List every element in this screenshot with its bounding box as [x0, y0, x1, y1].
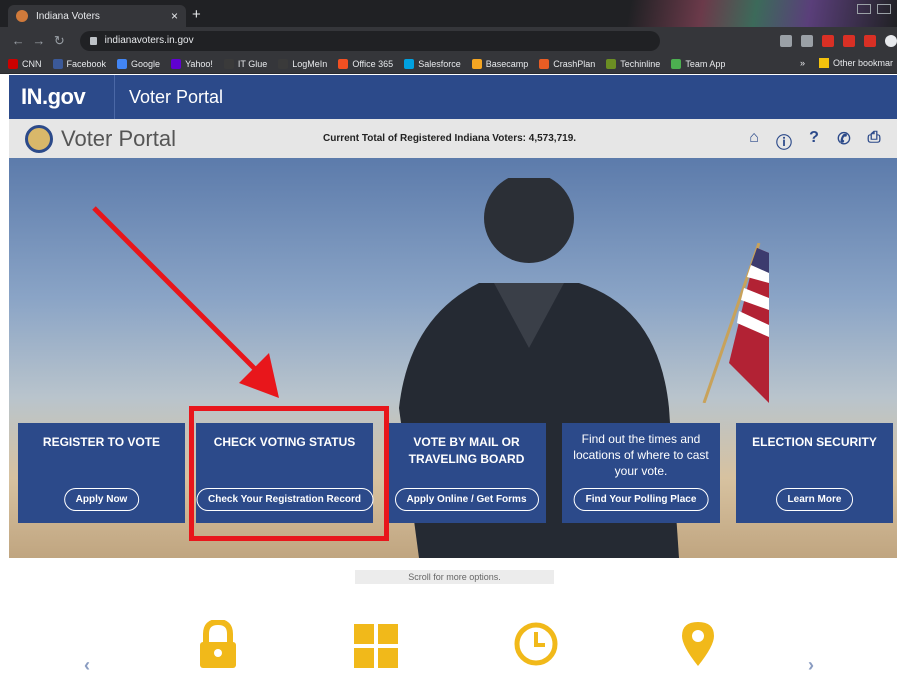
- extension-icons: [780, 34, 897, 47]
- bookmarks-bar: CNN Facebook Google Yahoo! IT Glue LogMe…: [0, 54, 897, 74]
- folder-icon: [818, 58, 829, 68]
- url-field[interactable]: indianavoters.in.gov: [79, 30, 660, 51]
- it-glue-icon: [223, 58, 234, 69]
- chevron-right-icon[interactable]: ›: [808, 655, 814, 673]
- star-icon[interactable]: [801, 34, 813, 47]
- print-icon[interactable]: ⎙: [865, 129, 883, 153]
- browser-tab[interactable]: Indiana Voters ×: [8, 5, 186, 27]
- chevron-left-icon[interactable]: ‹: [84, 655, 90, 673]
- bookmark-google[interactable]: Google: [117, 58, 160, 69]
- basecamp-icon: [471, 58, 482, 69]
- american-flag-image: [702, 243, 769, 403]
- phone-icon[interactable]: ✆: [835, 129, 853, 153]
- location-pin-icon[interactable]: [676, 620, 720, 668]
- scroll-hint: Scroll for more options.: [355, 570, 554, 584]
- extension-icon[interactable]: [864, 34, 876, 47]
- url-text: indianavoters.in.gov: [104, 35, 194, 46]
- voter-count-text: Current Total of Registered Indiana Vote…: [323, 133, 577, 144]
- bookmark-yahoo[interactable]: Yahoo!: [171, 58, 213, 69]
- home-icon[interactable]: ⌂: [745, 129, 763, 153]
- gov-header: IN.gov Voter Portal: [9, 75, 897, 119]
- team-app-icon: [671, 58, 682, 69]
- learn-more-button[interactable]: Learn More: [775, 488, 854, 511]
- bookmark-basecamp[interactable]: Basecamp: [471, 58, 528, 69]
- lock-icon[interactable]: [196, 620, 240, 668]
- techinline-icon: [606, 58, 617, 69]
- red-highlight-box: [189, 406, 389, 541]
- bookmark-techinline[interactable]: Techinline: [606, 58, 660, 69]
- crashplan-icon: [539, 58, 550, 69]
- address-bar-row: ← → ↻ indianavoters.in.gov: [0, 27, 897, 54]
- maximize-icon[interactable]: [877, 4, 891, 14]
- google-icon: [117, 58, 128, 69]
- browser-tab-bar: Indiana Voters × +: [0, 0, 897, 27]
- card-polling-place: Find out the times and locations of wher…: [562, 423, 720, 523]
- info-icon[interactable]: ⓘ: [775, 129, 793, 153]
- tab-close-icon[interactable]: ×: [171, 9, 178, 23]
- reload-icon[interactable]: ↻: [49, 33, 70, 49]
- minimize-icon[interactable]: [857, 4, 871, 14]
- lock-icon: [89, 36, 97, 45]
- card-register-to-vote: REGISTER TO VOTE Apply Now: [18, 423, 185, 523]
- header-icons: ⌂ ⓘ ? ✆ ⎙: [745, 129, 883, 153]
- yahoo-icon: [171, 58, 182, 69]
- cnn-icon: [8, 58, 18, 69]
- window-controls: [857, 4, 891, 14]
- tab-favicon-icon: [16, 10, 28, 22]
- bookmark-cnn[interactable]: CNN: [8, 58, 42, 69]
- office-365-icon: [338, 58, 349, 69]
- bookmark-office-365[interactable]: Office 365: [338, 58, 393, 69]
- bookmarks-overflow-icon[interactable]: »: [800, 58, 805, 68]
- bookmark-logmein[interactable]: LogMeIn: [278, 58, 327, 69]
- feature-icon-row: ‹ ›: [0, 615, 897, 673]
- bookmark-it-glue[interactable]: IT Glue: [223, 58, 267, 69]
- find-polling-place-button[interactable]: Find Your Polling Place: [573, 488, 709, 511]
- state-seal-icon: [25, 124, 53, 153]
- salesforce-icon: [404, 58, 415, 69]
- facebook-icon: [52, 58, 63, 69]
- other-bookmarks[interactable]: » Other bookmar: [800, 58, 893, 68]
- logmein-icon: [278, 58, 289, 69]
- help-icon[interactable]: ?: [805, 129, 823, 153]
- bookmark-team-app[interactable]: Team App: [671, 58, 725, 69]
- action-cards: REGISTER TO VOTE Apply Now CHECK VOTING …: [9, 423, 897, 523]
- forward-arrow-icon[interactable]: →: [29, 33, 50, 48]
- clock-icon[interactable]: [514, 620, 558, 668]
- tab-title: Indiana Voters: [36, 10, 100, 22]
- bookmark-facebook[interactable]: Facebook: [52, 58, 106, 69]
- cast-icon[interactable]: [780, 34, 792, 47]
- bookmark-crashplan[interactable]: CrashPlan: [539, 58, 595, 69]
- adblock-icon[interactable]: [843, 34, 855, 47]
- new-tab-button[interactable]: +: [192, 6, 201, 23]
- card-vote-by-mail: VOTE BY MAIL OR TRAVELING BOARD Apply On…: [387, 423, 546, 523]
- sub-header: Voter Portal Current Total of Registered…: [9, 119, 897, 158]
- card-title: REGISTER TO VOTE: [42, 435, 161, 449]
- page-title: Voter Portal: [61, 125, 176, 151]
- profile-avatar[interactable]: [885, 34, 897, 47]
- back-arrow-icon[interactable]: ←: [8, 33, 29, 48]
- extension-icon[interactable]: [822, 34, 834, 47]
- apply-online-button[interactable]: Apply Online / Get Forms: [394, 488, 539, 511]
- card-election-security: ELECTION SECURITY Learn More: [736, 423, 893, 523]
- card-title: VOTE BY MAIL OR TRAVELING BOARD: [408, 435, 525, 466]
- bookmark-salesforce[interactable]: Salesforce: [404, 58, 461, 69]
- in-gov-logo[interactable]: IN.gov: [9, 84, 114, 110]
- red-arrow-annotation: [92, 206, 279, 398]
- apply-now-button[interactable]: Apply Now: [63, 488, 140, 511]
- portal-label[interactable]: Voter Portal: [115, 87, 223, 108]
- card-text: Find out the times and locations of wher…: [573, 432, 709, 478]
- card-title: ELECTION SECURITY: [752, 435, 877, 449]
- grid-icon[interactable]: [354, 620, 398, 668]
